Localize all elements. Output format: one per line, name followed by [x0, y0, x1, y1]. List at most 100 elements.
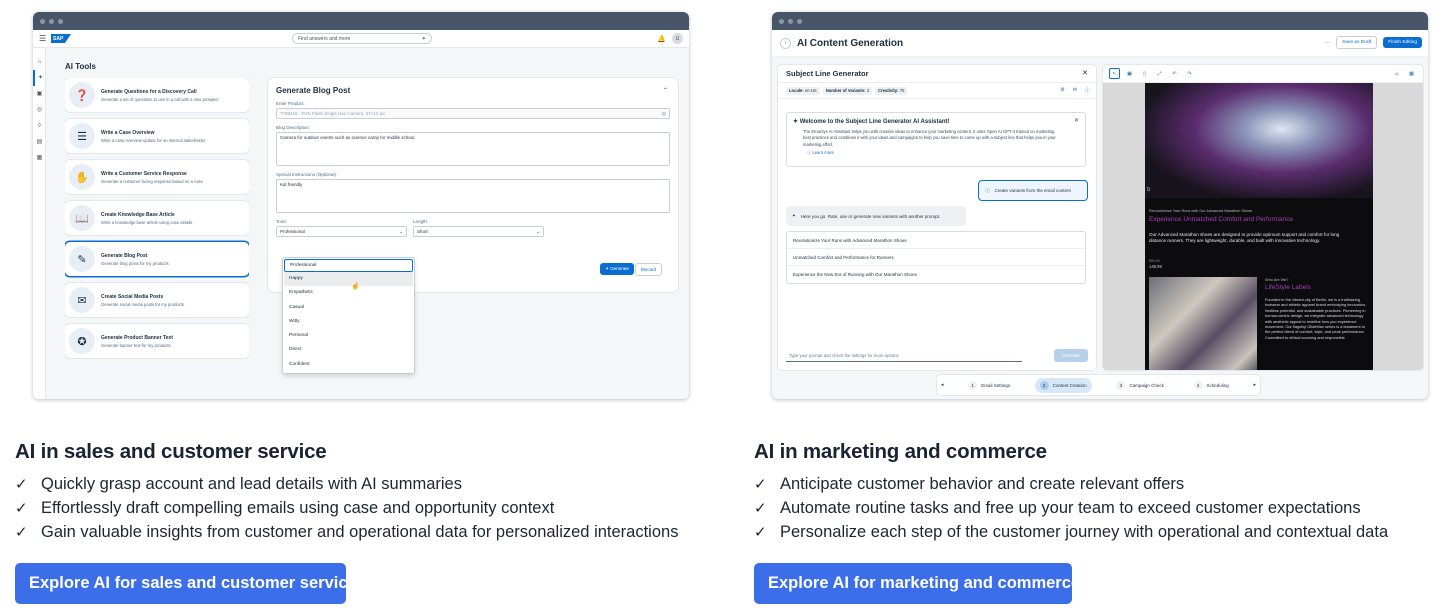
back-icon[interactable]: ‹	[780, 37, 791, 49]
bell-icon[interactable]: 🔔	[657, 35, 666, 43]
step-number: 3	[1116, 380, 1126, 390]
preview-canvas: b Revolutionize Your Runs with Our Advan…	[1103, 83, 1423, 370]
description-textarea[interactable]: Camera for outdoor events such as scienc…	[276, 132, 670, 166]
user-icon[interactable]: ☺	[1391, 68, 1402, 79]
explore-sales-button[interactable]: Explore AI for sales and customer servic…	[15, 563, 357, 604]
step-number: 1	[968, 380, 978, 390]
tone-option[interactable]: Casual	[284, 301, 413, 315]
email-pretitle: Revolutionize Your Runs with Our Advance…	[1149, 209, 1253, 213]
variant-list: Revolutionize Your Runs with Advanced Ma…	[786, 231, 1086, 284]
chevron-up-icon[interactable]: ⌃	[663, 87, 668, 94]
generate-button[interactable]: ✦ Generate	[600, 263, 634, 275]
variants-chip[interactable]: Number of Variants: 3	[822, 86, 873, 95]
section-heading: AI in marketing and commerce	[754, 440, 1047, 463]
email-preview-panel: ↖ ▣ ▯ ⤢ ↶ ↷ ☺ ▦ b Revolutionize Your Run…	[1103, 65, 1423, 370]
tool-card[interactable]: ✉ Create Social Media Posts Generate soci…	[65, 283, 249, 317]
tool-card-selected[interactable]: ✎ Generate Blog Post Generate blog posts …	[65, 242, 249, 276]
tool-desc: Generate social media posts for my produ…	[101, 301, 185, 307]
tone-option[interactable]: Confident	[284, 358, 413, 372]
locale-chip[interactable]: Locale: en-US	[786, 86, 820, 95]
save-draft-button[interactable]: Save as Draft	[1336, 36, 1378, 49]
desktop-icon[interactable]: ▣	[1124, 68, 1135, 79]
tone-option[interactable]: Direct	[284, 343, 413, 357]
tool-card[interactable]: 📖 Create Knowledge Base Article Write a k…	[65, 201, 249, 235]
checkmark-icon: ✓	[754, 524, 767, 541]
settings-icon[interactable]: ⚙	[1060, 87, 1064, 94]
tool-card[interactable]: ☰ Write a Case Overview Write a case over…	[65, 119, 249, 153]
discard-button[interactable]: Discard	[634, 263, 662, 276]
value-help-icon[interactable]: ▤	[662, 111, 666, 116]
benefit-text: Anticipate customer behavior and create …	[780, 474, 1185, 493]
help-icon[interactable]: ⓘ	[1085, 87, 1090, 94]
instructions-textarea[interactable]: Kid friendly	[276, 179, 670, 213]
chat-icon[interactable]: ✉	[1073, 87, 1077, 94]
arrow-right-icon[interactable]: ▸	[1253, 382, 1256, 388]
undo-icon[interactable]: ↶	[1169, 68, 1180, 79]
page-title: AI Content Generation	[797, 37, 904, 49]
mobile-icon[interactable]: ▯	[1139, 68, 1150, 79]
benefit-item: ✓ Effortlessly draft compelling emails us…	[15, 496, 678, 520]
search-input[interactable]: Find answers and more ✦	[292, 33, 432, 44]
generate-button[interactable]: Generate	[1054, 349, 1088, 362]
calendar-icon[interactable]: ▣	[33, 86, 46, 102]
assistant-reply-text: Here you go. Rate, use or generate new v…	[800, 213, 941, 219]
home-icon[interactable]: ⌂	[33, 54, 46, 70]
length-label: Length:	[413, 219, 429, 224]
tool-desc: Write a knowledge base article using cas…	[101, 219, 193, 225]
tone-option[interactable]: Witty	[284, 315, 413, 329]
window-dot	[49, 18, 54, 24]
email-headline: Experience Unmatched Comfort and Perform…	[1149, 216, 1294, 223]
tone-option[interactable]: Happy	[284, 272, 413, 287]
tone-select[interactable]: Professional ⌄	[276, 226, 407, 237]
creativity-chip[interactable]: Creativity: 70	[875, 86, 908, 95]
shell-bar: ☰ SAP Find answers and more ✦ 🔔 U	[33, 30, 689, 48]
explore-marketing-button[interactable]: Explore AI for marketing and commerce	[754, 563, 1080, 604]
arrow-left-icon[interactable]: ◂	[941, 382, 944, 388]
creativity-label: Creativity:	[878, 88, 899, 93]
prompt-input[interactable]: Type your prompt and check the settings …	[786, 350, 1022, 362]
close-icon[interactable]: ✕	[1074, 117, 1079, 124]
document-icon[interactable]: ▤	[33, 134, 46, 150]
assistant-reply-bubble: ✦ Here you go. Rate, use or generate new …	[786, 206, 966, 226]
product-field[interactable]: 7788415 - FUN Flash Single Use Camera, 2…	[276, 108, 670, 119]
step-email-settings[interactable]: 1 Email Settings	[963, 378, 1015, 393]
avatar[interactable]: U	[672, 33, 683, 44]
tone-option[interactable]: Professional	[284, 259, 413, 272]
more-icon[interactable]: ···	[1324, 40, 1330, 46]
tool-card[interactable]: ❓ Generate Questions for a Discovery Cal…	[65, 78, 249, 112]
menu-icon[interactable]: ☰	[39, 34, 51, 43]
email-content[interactable]: b Revolutionize Your Runs with Our Advan…	[1145, 83, 1373, 370]
tool-list: ❓ Generate Questions for a Discovery Cal…	[65, 78, 249, 390]
ai-tools-icon[interactable]: ✦	[33, 70, 46, 86]
step-scheduling[interactable]: 4 Scheduling	[1189, 378, 1234, 393]
folder-icon[interactable]: ▦	[33, 150, 46, 166]
redo-icon[interactable]: ↷	[1184, 68, 1195, 79]
info-icon: ⓘ	[985, 187, 990, 193]
expand-icon[interactable]: ⤢	[1154, 68, 1165, 79]
creativity-value: 70	[899, 88, 905, 93]
benefit-item: ✓ Quickly grasp account and lead details …	[15, 472, 678, 496]
step-campaign-check[interactable]: 3 Campaign Check	[1111, 378, 1169, 393]
variant-item[interactable]: Experience the New Era of Running with O…	[787, 266, 1085, 283]
length-select[interactable]: Short ⌄	[413, 226, 544, 237]
welcome-message: ✦ Welcome to the Subject Line Generator …	[786, 112, 1086, 167]
step-content-creation[interactable]: 2 Content Creation	[1034, 377, 1092, 393]
ai-sparkle-icon[interactable]: ✦	[422, 36, 426, 42]
tool-card[interactable]: ✋ Write a Customer Service Response Gener…	[65, 160, 249, 194]
tool-card[interactable]: ✪ Generate Product Banner Text Generate b…	[65, 324, 249, 358]
checkmark-icon: ✓	[754, 500, 767, 517]
email-old-price: $99.99	[1149, 259, 1160, 263]
learn-more-link[interactable]: ⓘ Learn more	[793, 150, 1079, 156]
grid-icon[interactable]: ▦	[1406, 68, 1417, 79]
variant-item[interactable]: Revolutionize Your Runs with Advanced Ma…	[787, 232, 1085, 249]
target-icon[interactable]: ◎	[33, 102, 46, 118]
select-icon[interactable]: ↖	[1109, 68, 1120, 79]
tag-icon[interactable]: ◊	[33, 118, 46, 134]
close-icon[interactable]: ✕	[1082, 69, 1088, 77]
finish-editing-button[interactable]: Finish Editing	[1383, 37, 1422, 48]
variant-item[interactable]: Unmatched Comfort and Performance for Ru…	[787, 249, 1085, 266]
banner-icon: ✪	[69, 328, 95, 354]
chevron-down-icon: ⌄	[399, 228, 403, 234]
tone-option[interactable]: Empathetic	[284, 286, 413, 300]
tone-option[interactable]: Personal	[284, 329, 413, 343]
